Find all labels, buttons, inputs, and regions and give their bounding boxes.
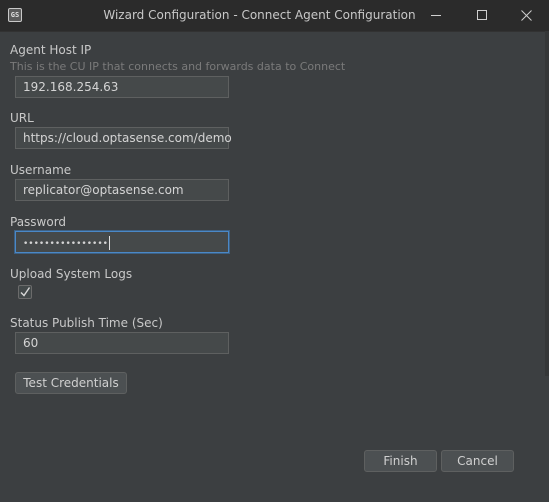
status-publish-time-input[interactable]: 60 [15, 332, 229, 354]
url-input[interactable]: https://cloud.optasense.com/demo [15, 127, 232, 149]
window-edge [545, 31, 549, 376]
dialog-window: GS Wizard Configuration - Connect Agent … [0, 0, 549, 502]
close-button[interactable] [503, 0, 549, 31]
username-label: Username [10, 163, 72, 177]
title-bar[interactable]: GS Wizard Configuration - Connect Agent … [0, 0, 549, 32]
agent-host-ip-hint: This is the CU IP that connects and forw… [10, 60, 346, 73]
agent-host-ip-label: Agent Host IP [10, 43, 92, 57]
maximize-icon [476, 10, 487, 20]
agent-host-ip-input[interactable]: 192.168.254.63 [15, 76, 229, 98]
minimize-button[interactable] [413, 0, 459, 31]
upload-system-logs-checkbox[interactable] [18, 285, 32, 299]
finish-button[interactable]: Finish [364, 450, 437, 472]
url-label: URL [10, 111, 34, 125]
cancel-button[interactable]: Cancel [441, 450, 514, 472]
text-caret [108, 235, 110, 250]
upload-system-logs-label: Upload System Logs [10, 267, 133, 281]
test-credentials-button[interactable]: Test Credentials [15, 372, 127, 394]
status-publish-time-label: Status Publish Time (Sec) [10, 316, 163, 330]
checkmark-icon [20, 287, 31, 297]
password-input[interactable]: •••••••••••••••• [15, 231, 229, 253]
username-input[interactable]: replicator@optasense.com [15, 179, 229, 201]
minimize-icon [430, 15, 441, 16]
password-masked-text: •••••••••••••••• [23, 239, 108, 249]
password-label: Password [10, 215, 67, 229]
maximize-button[interactable] [459, 0, 505, 31]
close-icon [520, 10, 532, 21]
